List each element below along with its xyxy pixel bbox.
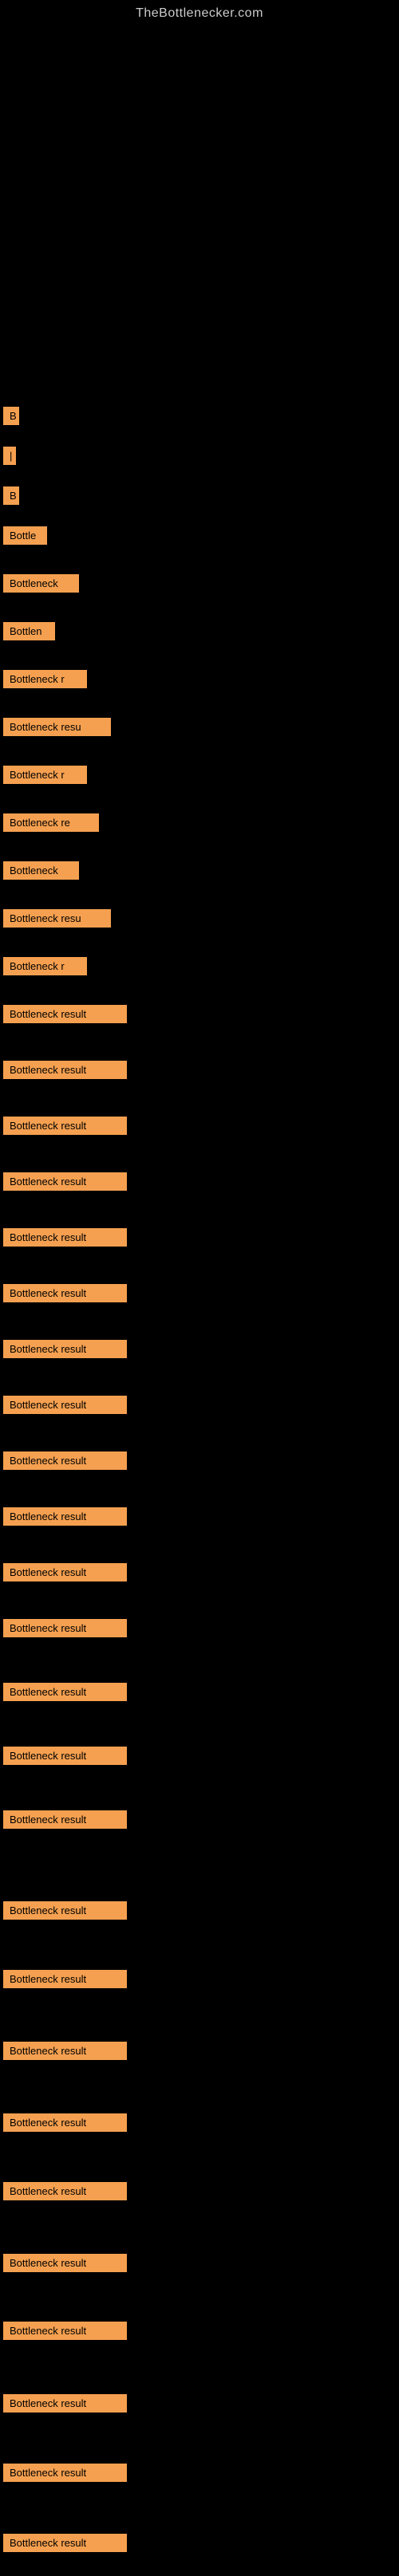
list-item: Bottleneck result (2, 1810, 127, 1837)
list-item: Bottleneck r (2, 957, 87, 984)
bottleneck-result-badge: Bottleneck (3, 861, 79, 880)
list-item: Bottleneck result (2, 1451, 127, 1479)
list-item: Bottleneck (2, 861, 79, 888)
list-item: Bottleneck result (2, 2322, 127, 2349)
list-item: Bottlen (2, 622, 55, 649)
list-item: Bottleneck result (2, 2254, 127, 2281)
list-item: Bottleneck result (2, 1396, 127, 1423)
list-item: Bottleneck result (2, 2042, 127, 2069)
bottleneck-result-badge: Bottleneck result (3, 2534, 127, 2552)
list-item: Bottleneck result (2, 1619, 127, 1646)
list-item: Bottleneck result (2, 1061, 127, 1088)
bottleneck-result-badge: Bottleneck result (3, 2464, 127, 2482)
bottleneck-result-badge: Bottleneck result (3, 1451, 127, 1470)
bottleneck-result-badge: Bottleneck re (3, 813, 99, 832)
list-item: Bottleneck result (2, 1563, 127, 1590)
bottleneck-result-badge: Bottleneck result (3, 1507, 127, 1526)
bottleneck-result-badge: Bottleneck result (3, 1683, 127, 1701)
bottleneck-result-badge: Bottleneck result (3, 1005, 127, 1023)
bottleneck-result-badge: Bottlen (3, 622, 55, 640)
bottleneck-result-badge: Bottleneck result (3, 1563, 127, 1581)
bottleneck-result-badge: Bottleneck result (3, 2254, 127, 2272)
bottleneck-result-badge: Bottleneck result (3, 1340, 127, 1358)
bottleneck-result-badge: Bottleneck r (3, 670, 87, 688)
list-item: Bottleneck result (2, 2394, 127, 2421)
list-item: Bottleneck result (2, 1901, 127, 1928)
list-item: Bottleneck result (2, 1340, 127, 1367)
bottleneck-result-badge: Bottleneck result (3, 2113, 127, 2132)
list-item: | (2, 447, 16, 474)
bottleneck-result-badge: Bottleneck result (3, 1970, 127, 1988)
bottleneck-result-badge: Bottleneck result (3, 2394, 127, 2413)
bottleneck-result-badge: Bottleneck result (3, 2182, 127, 2200)
bottleneck-result-badge: Bottleneck result (3, 1901, 127, 1920)
list-item: Bottle (2, 526, 47, 553)
list-item: Bottleneck result (2, 1507, 127, 1534)
list-item: Bottleneck result (2, 1284, 127, 1311)
bottleneck-result-badge: | (3, 447, 16, 465)
bottleneck-result-badge: Bottleneck r (3, 766, 87, 784)
bottleneck-result-badge: Bottleneck result (3, 1396, 127, 1414)
bottleneck-result-badge: Bottleneck result (3, 1619, 127, 1637)
bottleneck-result-badge: Bottleneck r (3, 957, 87, 975)
list-item: Bottleneck result (2, 1228, 127, 1255)
bottleneck-result-badge: Bottleneck result (3, 1228, 127, 1247)
list-item: B (2, 407, 19, 434)
site-title: TheBottlenecker.com (0, 0, 399, 24)
list-item: Bottleneck result (2, 2534, 127, 2561)
bottleneck-result-badge: Bottleneck result (3, 1284, 127, 1302)
bottleneck-result-badge: Bottleneck result (3, 2042, 127, 2060)
list-item: Bottleneck result (2, 1747, 127, 1774)
bottleneck-result-badge: Bottleneck (3, 574, 79, 593)
bottleneck-result-badge: B (3, 486, 19, 505)
list-item: Bottleneck result (2, 1172, 127, 1199)
list-item: Bottleneck r (2, 766, 87, 793)
list-item: Bottleneck result (2, 2464, 127, 2491)
bottleneck-result-badge: B (3, 407, 19, 425)
list-item: Bottleneck result (2, 1005, 127, 1032)
list-item: B (2, 486, 19, 514)
list-item: Bottleneck result (2, 2182, 127, 2209)
bottleneck-result-badge: Bottleneck resu (3, 718, 111, 736)
list-item: Bottleneck result (2, 2113, 127, 2141)
list-item: Bottleneck resu (2, 909, 111, 936)
bottleneck-result-badge: Bottleneck resu (3, 909, 111, 928)
bottleneck-result-badge: Bottleneck result (3, 1747, 127, 1765)
list-item: Bottleneck result (2, 1683, 127, 1710)
bottleneck-result-badge: Bottleneck result (3, 2322, 127, 2340)
list-item: Bottleneck resu (2, 718, 111, 745)
bottleneck-result-badge: Bottleneck result (3, 1117, 127, 1135)
bottleneck-result-badge: Bottleneck result (3, 1810, 127, 1829)
list-item: Bottleneck result (2, 1117, 127, 1144)
list-item: Bottleneck (2, 574, 79, 601)
bottleneck-result-badge: Bottle (3, 526, 47, 545)
bottleneck-result-badge: Bottleneck result (3, 1172, 127, 1191)
list-item: Bottleneck result (2, 1970, 127, 1997)
bottleneck-result-badge: Bottleneck result (3, 1061, 127, 1079)
list-item: Bottleneck re (2, 813, 99, 841)
list-item: Bottleneck r (2, 670, 87, 697)
